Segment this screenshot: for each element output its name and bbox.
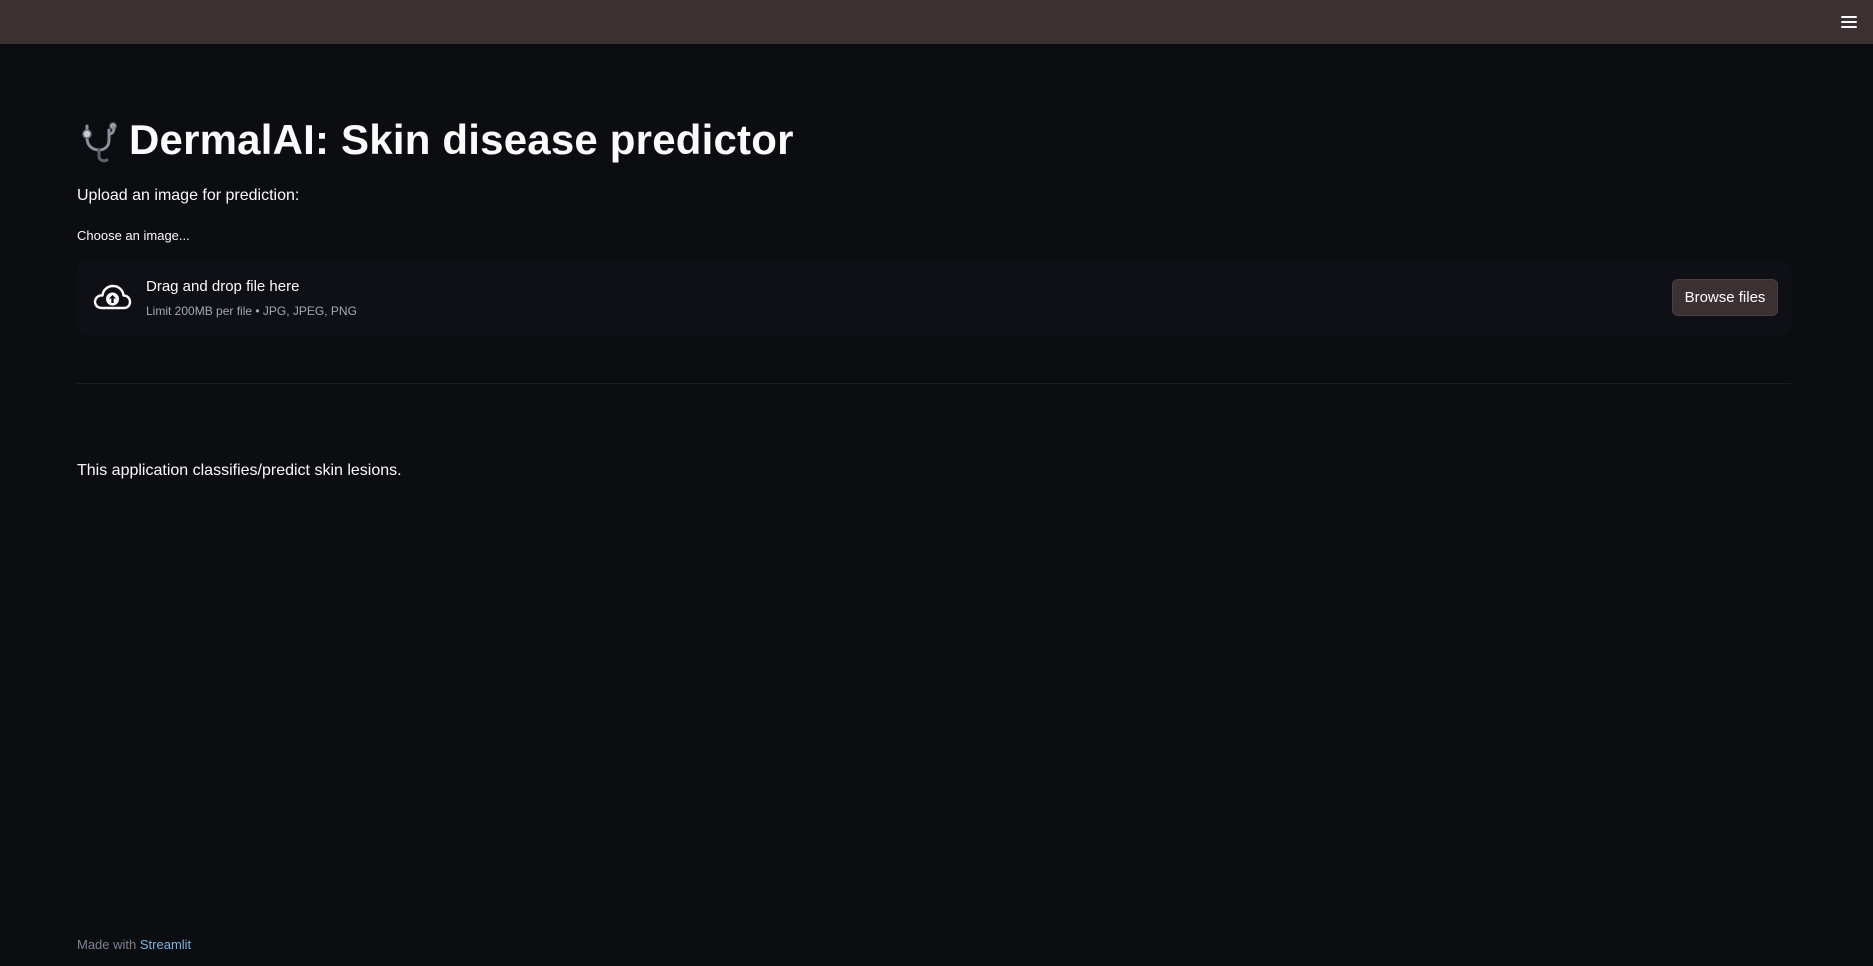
page-title: DermalAI: Skin disease predictor [129,116,794,163]
app-description: This application classifies/predict skin… [77,462,402,479]
browse-files-button[interactable]: Browse files [1672,279,1778,316]
file-dropzone[interactable]: Drag and drop file here Limit 200MB per … [77,261,1791,335]
page-title-row: DermalAI: Skin disease predictor [77,116,794,164]
footer-prefix: Made with [77,937,137,952]
dropzone-file-limit: Limit 200MB per file • JPG, JPEG, PNG [146,304,357,318]
footer: Made with Streamlit [77,937,191,952]
cloud-upload-icon [93,284,132,310]
hamburger-menu-icon[interactable] [1841,13,1859,31]
file-uploader-label: Choose an image... [77,228,190,243]
top-header-bar [0,0,1873,44]
section-divider [77,383,1791,384]
streamlit-link[interactable]: Streamlit [140,937,191,952]
upload-instruction: Upload an image for prediction: [77,187,300,204]
stethoscope-icon [82,122,117,163]
dropzone-instruction: Drag and drop file here [146,278,300,295]
